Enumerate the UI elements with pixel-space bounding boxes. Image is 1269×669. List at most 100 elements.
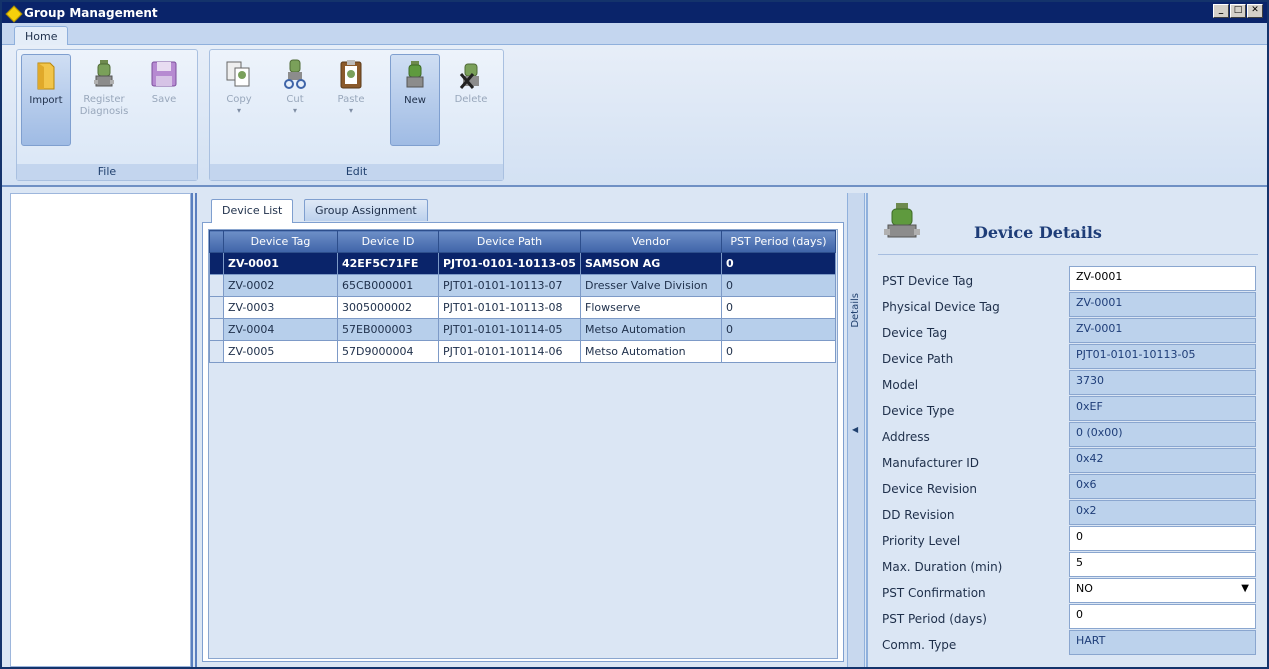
collapse-arrow-icon[interactable]: ◀ — [852, 425, 858, 434]
maximize-button[interactable]: □ — [1230, 4, 1246, 18]
ribbon-tab-home[interactable]: Home — [14, 26, 69, 46]
folder-icon — [30, 59, 62, 91]
table-row[interactable]: ZV-0002 65CB000001 PJT01-0101-10113-07 D… — [209, 274, 836, 297]
cell-device-id[interactable]: 57D9000004 — [337, 340, 439, 363]
property-label: Device Type — [882, 404, 955, 418]
column-header-device-path[interactable]: Device Path — [438, 230, 581, 253]
title-bar[interactable]: Group Management _ □ ✕ — [2, 2, 1267, 23]
cell-device-path[interactable]: PJT01-0101-10113-07 — [438, 274, 581, 297]
cell-device-tag[interactable]: ZV-0002 — [223, 274, 338, 297]
property-label: Device Revision — [882, 482, 978, 496]
minimize-button[interactable]: _ — [1213, 4, 1229, 18]
tab-group-assignment[interactable]: Group Assignment — [304, 199, 428, 221]
device-tag-value: ZV-0001 — [1069, 318, 1256, 343]
table-row[interactable]: ZV-0001 42EF5C71FE PJT01-0101-10113-05 S… — [209, 252, 836, 275]
property-row: Device Path PJT01-0101-10113-05 — [876, 344, 1265, 370]
details-collapse-bar[interactable]: Details ◀ — [847, 193, 865, 667]
copy-icon — [223, 58, 255, 90]
column-header-device-id[interactable]: Device ID — [337, 230, 439, 253]
cell-device-path[interactable]: PJT01-0101-10113-05 — [438, 252, 581, 275]
pst-confirmation-dropdown[interactable]: NO — [1069, 578, 1256, 603]
cell-pst-period[interactable]: 0 — [721, 296, 836, 319]
cell-device-id[interactable]: 3005000002 — [337, 296, 439, 319]
property-label: Device Tag — [882, 326, 948, 340]
cell-vendor[interactable]: Metso Automation — [580, 340, 722, 363]
cut-button[interactable]: Cut ▾ — [270, 54, 320, 146]
details-splitter-label: Details — [850, 293, 861, 328]
save-icon — [148, 58, 180, 90]
property-label: Comm. Type — [882, 638, 957, 652]
cell-device-tag[interactable]: ZV-0004 — [223, 318, 338, 341]
paste-icon — [335, 58, 367, 90]
address-value: 0 (0x00) — [1069, 422, 1256, 447]
cell-pst-period[interactable]: 0 — [721, 252, 836, 275]
cell-device-tag[interactable]: ZV-0003 — [223, 296, 338, 319]
row-header[interactable] — [209, 318, 224, 341]
property-row: Address 0 (0x00) — [876, 422, 1265, 448]
property-label: Manufacturer ID — [882, 456, 979, 470]
table-row[interactable]: ZV-0004 57EB000003 PJT01-0101-10114-05 M… — [209, 318, 836, 341]
tab-device-list[interactable]: Device List — [211, 199, 294, 223]
cell-device-id[interactable]: 42EF5C71FE — [337, 252, 439, 275]
column-header-device-tag[interactable]: Device Tag — [223, 230, 338, 253]
window-title: Group Management — [24, 5, 158, 20]
row-header[interactable] — [209, 252, 224, 275]
cell-device-tag[interactable]: ZV-0005 — [223, 340, 338, 363]
row-header[interactable] — [209, 296, 224, 319]
cell-device-tag[interactable]: ZV-0001 — [223, 252, 338, 275]
cell-vendor[interactable]: SAMSON AG — [580, 252, 722, 275]
delete-device-icon — [455, 58, 487, 90]
cell-pst-period[interactable]: 0 — [721, 318, 836, 341]
column-header-vendor[interactable]: Vendor — [580, 230, 722, 253]
delete-device-button[interactable]: Delete — [446, 54, 496, 146]
device-valve-icon — [882, 201, 922, 245]
import-button[interactable]: Import — [21, 54, 71, 146]
cell-device-path[interactable]: PJT01-0101-10114-06 — [438, 340, 581, 363]
dd-revision-value: 0x2 — [1069, 500, 1256, 525]
device-details-pane: Device Details PST Device Tag ZV-0001 Ph… — [866, 193, 1267, 667]
register-diagnosis-button[interactable]: Register Diagnosis — [79, 54, 129, 146]
cell-pst-period[interactable]: 0 — [721, 274, 836, 297]
group-tree-pane[interactable] — [10, 193, 191, 667]
property-row: Model 3730 — [876, 370, 1265, 396]
table-header-row: Device Tag Device ID Device Path Vendor … — [209, 230, 836, 253]
table-row[interactable]: ZV-0005 57D9000004 PJT01-0101-10114-06 M… — [209, 340, 836, 363]
physical-device-tag-value: ZV-0001 — [1069, 292, 1256, 317]
column-header-pst-period[interactable]: PST Period (days) — [721, 230, 836, 253]
cell-vendor[interactable]: Dresser Valve Division — [580, 274, 722, 297]
max-duration-input[interactable]: 5 — [1069, 552, 1256, 577]
pst-device-tag-input[interactable]: ZV-0001 — [1069, 266, 1256, 291]
copy-button[interactable]: Copy ▾ — [214, 54, 264, 146]
device-revision-value: 0x6 — [1069, 474, 1256, 499]
property-label: Device Path — [882, 352, 954, 366]
ribbon-group-label-edit: Edit — [210, 164, 503, 180]
ribbon-group-edit: Copy ▾ Cut ▾ Paste ▾ New Delete Edit — [209, 49, 504, 181]
left-splitter[interactable] — [191, 193, 199, 667]
ribbon-group-file: Import Register Diagnosis Save File — [16, 49, 198, 181]
cell-device-id[interactable]: 65CB000001 — [337, 274, 439, 297]
row-header[interactable] — [209, 274, 224, 297]
property-row: DD Revision 0x2 — [876, 500, 1265, 526]
cell-device-id[interactable]: 57EB000003 — [337, 318, 439, 341]
priority-level-input[interactable]: 0 — [1069, 526, 1256, 551]
close-button[interactable]: ✕ — [1247, 4, 1263, 18]
cell-pst-period[interactable]: 0 — [721, 340, 836, 363]
device-grid: Device Tag Device ID Device Path Vendor … — [208, 229, 838, 659]
new-device-button[interactable]: New — [390, 54, 440, 146]
property-row: PST Confirmation NO — [876, 578, 1265, 604]
row-header[interactable] — [209, 340, 224, 363]
cell-device-path[interactable]: PJT01-0101-10113-08 — [438, 296, 581, 319]
paste-button[interactable]: Paste ▾ — [326, 54, 376, 146]
save-button[interactable]: Save — [139, 54, 189, 146]
property-label: Max. Duration (min) — [882, 560, 1003, 574]
table-row[interactable]: ZV-0003 3005000002 PJT01-0101-10113-08 F… — [209, 296, 836, 319]
pst-period-input[interactable]: 0 — [1069, 604, 1256, 629]
cell-vendor[interactable]: Metso Automation — [580, 318, 722, 341]
ribbon-group-label-file: File — [17, 164, 197, 180]
cell-device-path[interactable]: PJT01-0101-10114-05 — [438, 318, 581, 341]
device-details-header: Device Details — [878, 199, 1258, 255]
device-list-pane: Device List Group Assignment Device Tag … — [199, 193, 847, 667]
device-details-title: Device Details — [974, 223, 1102, 242]
comm-type-value: HART — [1069, 630, 1256, 655]
cell-vendor[interactable]: Flowserve — [580, 296, 722, 319]
